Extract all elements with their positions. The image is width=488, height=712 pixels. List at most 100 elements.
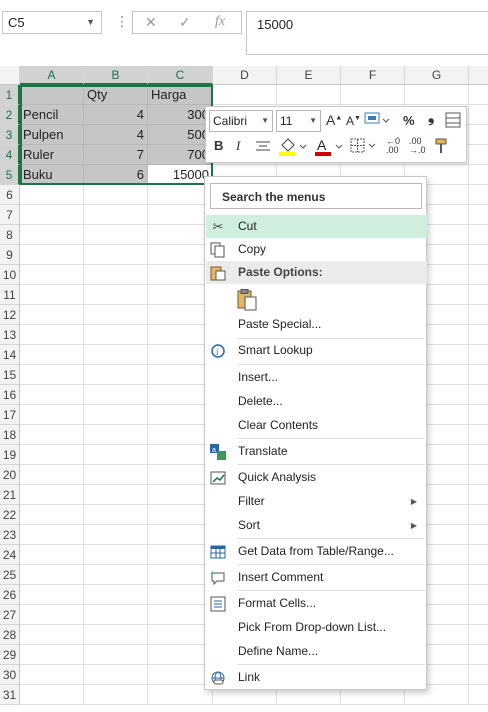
column-header-e[interactable]: E: [277, 66, 341, 85]
cell-a2[interactable]: Pencil: [20, 105, 84, 125]
menu-item-filter[interactable]: Filter ▶: [206, 490, 427, 513]
menu-item-format-cells[interactable]: Format Cells...: [206, 592, 427, 615]
cell-b9[interactable]: [84, 245, 148, 265]
cell-b16[interactable]: [84, 385, 148, 405]
cell-a17[interactable]: [20, 405, 84, 425]
cell-a31[interactable]: [20, 685, 84, 705]
row-header-8[interactable]: 8: [0, 225, 20, 245]
cell-h19[interactable]: [469, 445, 488, 465]
column-header-b[interactable]: B: [84, 66, 148, 85]
cell-b15[interactable]: [84, 365, 148, 385]
menu-item-paste-special[interactable]: Paste Special...: [206, 313, 427, 336]
cell-h16[interactable]: [469, 385, 488, 405]
column-header-g[interactable]: G: [405, 66, 469, 85]
row-header-25[interactable]: 25: [0, 565, 20, 585]
cell-h8[interactable]: [469, 225, 488, 245]
cell-h23[interactable]: [469, 525, 488, 545]
cell-h29[interactable]: [469, 645, 488, 665]
cell-h31[interactable]: [469, 685, 488, 705]
cell-b4[interactable]: 7: [84, 145, 148, 165]
chevron-down-icon[interactable]: ▼: [309, 116, 317, 125]
cell-a11[interactable]: [20, 285, 84, 305]
cell-a22[interactable]: [20, 505, 84, 525]
decrease-decimal-icon[interactable]: .00 →.0: [409, 137, 426, 155]
cell-a1[interactable]: [20, 85, 84, 105]
cell-h15[interactable]: [469, 365, 488, 385]
cell-a12[interactable]: [20, 305, 84, 325]
row-header-6[interactable]: 6: [0, 185, 20, 205]
increase-font-size-icon[interactable]: A▲: [326, 112, 342, 128]
cell-b20[interactable]: [84, 465, 148, 485]
increase-decimal-icon[interactable]: ←0.00: [386, 137, 400, 155]
cell-b17[interactable]: [84, 405, 148, 425]
cell-h10[interactable]: [469, 265, 488, 285]
cell-e1[interactable]: [277, 85, 341, 105]
menu-item-sort[interactable]: Sort ▶: [206, 514, 427, 537]
menu-item-clear-contents[interactable]: Clear Contents: [206, 414, 427, 437]
cell-h1[interactable]: [469, 85, 488, 105]
cancel-icon[interactable]: ✕: [145, 14, 157, 31]
cell-b23[interactable]: [84, 525, 148, 545]
cell-c1[interactable]: Harga: [148, 85, 213, 105]
cell-h13[interactable]: [469, 325, 488, 345]
cell-a7[interactable]: [20, 205, 84, 225]
cell-b18[interactable]: [84, 425, 148, 445]
cell-h30[interactable]: [469, 665, 488, 685]
cell-a25[interactable]: [20, 565, 84, 585]
cell-b12[interactable]: [84, 305, 148, 325]
cell-h2[interactable]: [469, 105, 488, 125]
row-header-31[interactable]: 31: [0, 685, 20, 705]
cell-b6[interactable]: [84, 185, 148, 205]
cell-b5[interactable]: 6: [84, 165, 148, 185]
cell-a6[interactable]: [20, 185, 84, 205]
column-header-h[interactable]: [469, 66, 488, 85]
row-header-10[interactable]: 10: [0, 265, 20, 285]
row-header-14[interactable]: 14: [0, 345, 20, 365]
cell-h9[interactable]: [469, 245, 488, 265]
row-header-13[interactable]: 13: [0, 325, 20, 345]
fill-color-icon[interactable]: [278, 136, 308, 159]
cell-a15[interactable]: [20, 365, 84, 385]
row-header-1[interactable]: 1: [0, 85, 20, 105]
cell-b11[interactable]: [84, 285, 148, 305]
cell-b30[interactable]: [84, 665, 148, 685]
row-header-17[interactable]: 17: [0, 405, 20, 425]
row-header-30[interactable]: 30: [0, 665, 20, 685]
cell-b28[interactable]: [84, 625, 148, 645]
row-header-20[interactable]: 20: [0, 465, 20, 485]
cell-h21[interactable]: [469, 485, 488, 505]
formula-input[interactable]: 15000: [246, 11, 488, 55]
cell-h4[interactable]: [469, 145, 488, 165]
decrease-font-size-icon[interactable]: A▼: [346, 114, 361, 128]
cell-b29[interactable]: [84, 645, 148, 665]
cell-f1[interactable]: [341, 85, 405, 105]
cell-b13[interactable]: [84, 325, 148, 345]
cell-b19[interactable]: [84, 445, 148, 465]
cell-b31[interactable]: [84, 685, 148, 705]
row-header-7[interactable]: 7: [0, 205, 20, 225]
cell-h26[interactable]: [469, 585, 488, 605]
row-header-3[interactable]: 3: [0, 125, 20, 145]
row-header-16[interactable]: 16: [0, 385, 20, 405]
cell-h17[interactable]: [469, 405, 488, 425]
column-header-f[interactable]: F: [341, 66, 405, 85]
cell-a10[interactable]: [20, 265, 84, 285]
cell-b26[interactable]: [84, 585, 148, 605]
cell-b7[interactable]: [84, 205, 148, 225]
menu-item-get-data[interactable]: Get Data from Table/Range...: [206, 540, 427, 563]
cell-a19[interactable]: [20, 445, 84, 465]
cell-b10[interactable]: [84, 265, 148, 285]
cell-g1[interactable]: [405, 85, 469, 105]
cell-a4[interactable]: Ruler: [20, 145, 84, 165]
align-center-icon[interactable]: [255, 139, 271, 156]
cell-a13[interactable]: [20, 325, 84, 345]
cell-a20[interactable]: [20, 465, 84, 485]
font-color-icon[interactable]: A: [314, 136, 344, 159]
cell-a9[interactable]: [20, 245, 84, 265]
menu-item-pick-from-list[interactable]: Pick From Drop-down List...: [206, 616, 427, 639]
percent-style-icon[interactable]: %: [403, 113, 415, 128]
number-format-icon[interactable]: [364, 111, 390, 132]
chevron-down-icon[interactable]: ▼: [261, 116, 269, 125]
cell-c2[interactable]: 300: [148, 105, 213, 125]
menu-item-insert[interactable]: Insert...: [206, 366, 427, 389]
